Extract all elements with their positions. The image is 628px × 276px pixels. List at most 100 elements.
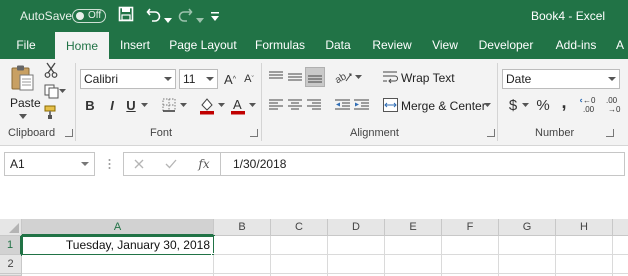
merge-center-icon[interactable] — [382, 97, 398, 113]
copy-dropdown-icon[interactable] — [58, 88, 66, 94]
align-center-icon[interactable] — [286, 96, 304, 114]
tab-page-layout[interactable]: Page Layout — [164, 32, 242, 59]
borders-icon[interactable] — [160, 97, 178, 113]
autosave-toggle[interactable]: Off — [72, 9, 106, 23]
underline-dropdown-icon[interactable] — [140, 102, 148, 108]
align-right-icon[interactable] — [305, 96, 323, 114]
increase-decimal-icon[interactable]: ←0.00 — [580, 95, 600, 115]
font-name-combo[interactable]: Calibri — [80, 69, 176, 89]
redo-icon[interactable] — [177, 6, 193, 26]
decrease-font-size-icon[interactable]: Aˇ — [241, 71, 257, 87]
insert-function-button[interactable]: fx — [195, 155, 213, 173]
undo-dropdown-icon[interactable] — [164, 11, 172, 31]
cell-f2[interactable] — [442, 255, 499, 274]
font-launcher-icon[interactable] — [250, 129, 258, 137]
middle-align-icon[interactable] — [286, 68, 304, 86]
cell-b1[interactable] — [214, 236, 271, 255]
fill-color-icon[interactable] — [198, 95, 216, 115]
borders-dropdown-icon[interactable] — [179, 102, 187, 108]
number-launcher-icon[interactable] — [606, 129, 614, 137]
row-header-1[interactable]: 1 — [0, 236, 22, 255]
decrease-decimal-icon[interactable]: .00 →0 — [604, 95, 624, 115]
percent-format-button[interactable]: % — [534, 96, 552, 114]
column-header-b[interactable]: B — [214, 219, 271, 236]
wrap-text-button[interactable]: Wrap Text — [401, 71, 455, 85]
cell-g2[interactable] — [499, 255, 556, 274]
wrap-text-icon[interactable] — [382, 69, 398, 85]
paste-dropdown-icon[interactable] — [18, 113, 28, 119]
italic-button[interactable]: I — [104, 96, 120, 114]
cell-f1[interactable] — [442, 236, 499, 255]
save-icon[interactable] — [118, 6, 134, 26]
formula-input[interactable]: 1/30/2018 — [221, 152, 625, 176]
column-header-h[interactable]: H — [556, 219, 613, 236]
cell-e1[interactable] — [385, 236, 442, 255]
column-header-d[interactable]: D — [328, 219, 385, 236]
format-painter-icon[interactable] — [43, 104, 59, 120]
increase-indent-icon[interactable] — [352, 96, 370, 114]
orientation-icon[interactable]: ab — [334, 68, 354, 86]
enter-icon[interactable] — [163, 156, 179, 172]
bold-button[interactable]: B — [82, 96, 98, 114]
cell-c1[interactable] — [271, 236, 328, 255]
name-box[interactable]: A1 — [4, 152, 95, 176]
cell-i1[interactable] — [613, 236, 628, 255]
decrease-indent-icon[interactable] — [333, 96, 351, 114]
tab-add-ins[interactable]: Add-ins — [548, 32, 604, 59]
align-left-icon[interactable] — [267, 96, 285, 114]
column-header-g[interactable]: G — [499, 219, 556, 236]
currency-format-button[interactable]: $ — [505, 96, 521, 114]
select-all-button[interactable] — [0, 219, 22, 236]
cancel-icon[interactable] — [131, 156, 147, 172]
tab-developer[interactable]: Developer — [472, 32, 540, 59]
column-header-c[interactable]: C — [271, 219, 328, 236]
increase-font-size-icon[interactable]: A ^ — [222, 71, 238, 87]
cell-i2[interactable] — [613, 255, 628, 274]
font-size-combo[interactable]: 11 — [179, 69, 218, 89]
tab-overflow[interactable]: A — [612, 32, 628, 59]
column-header-e[interactable]: E — [385, 219, 442, 236]
bottom-align-icon[interactable] — [305, 67, 325, 87]
cell-h2[interactable] — [556, 255, 613, 274]
cell-c2[interactable] — [271, 255, 328, 274]
redo-dropdown-icon[interactable] — [196, 11, 204, 31]
merge-dropdown-icon[interactable] — [483, 102, 491, 108]
column-header-f[interactable]: F — [442, 219, 499, 236]
currency-dropdown-icon[interactable] — [521, 102, 529, 108]
tab-formulas[interactable]: Formulas — [250, 32, 310, 59]
cut-icon[interactable] — [43, 62, 59, 78]
tab-insert[interactable]: Insert — [114, 32, 156, 59]
cell-a1[interactable]: Tuesday, January 30, 2018 — [21, 235, 215, 256]
merge-center-button[interactable]: Merge & Center — [401, 99, 486, 113]
tab-file[interactable]: File — [6, 32, 46, 59]
fill-color-dropdown-icon[interactable] — [217, 102, 225, 108]
tab-data[interactable]: Data — [318, 32, 358, 59]
orientation-dropdown-icon[interactable] — [354, 74, 362, 80]
cell-d1[interactable] — [328, 236, 385, 255]
customize-qat-icon[interactable] — [211, 9, 219, 29]
clipboard-launcher-icon[interactable] — [65, 129, 73, 137]
cell-b2[interactable] — [214, 255, 271, 274]
cell-g1[interactable] — [499, 236, 556, 255]
paste-label[interactable]: Paste — [10, 96, 41, 110]
column-header-a[interactable]: A — [22, 219, 214, 236]
font-color-dropdown-icon[interactable] — [248, 102, 256, 108]
tab-home[interactable]: Home — [55, 32, 109, 59]
font-color-icon[interactable]: A — [229, 95, 247, 115]
underline-button[interactable]: U — [123, 96, 139, 114]
comma-format-button[interactable]: , — [558, 92, 570, 112]
formula-bar-grip-icon[interactable] — [106, 155, 112, 173]
alignment-launcher-icon[interactable] — [487, 129, 495, 137]
copy-icon[interactable] — [43, 83, 59, 99]
tab-view[interactable]: View — [426, 32, 464, 59]
row-header-2[interactable]: 2 — [0, 255, 22, 274]
cell-e2[interactable] — [385, 255, 442, 274]
tab-review[interactable]: Review — [366, 32, 418, 59]
top-align-icon[interactable] — [267, 68, 285, 86]
paste-icon[interactable] — [8, 63, 36, 93]
cell-h1[interactable] — [556, 236, 613, 255]
number-format-combo[interactable]: Date — [502, 69, 620, 89]
cell-a2[interactable] — [22, 255, 214, 274]
undo-icon[interactable] — [146, 6, 162, 26]
cell-d2[interactable] — [328, 255, 385, 274]
